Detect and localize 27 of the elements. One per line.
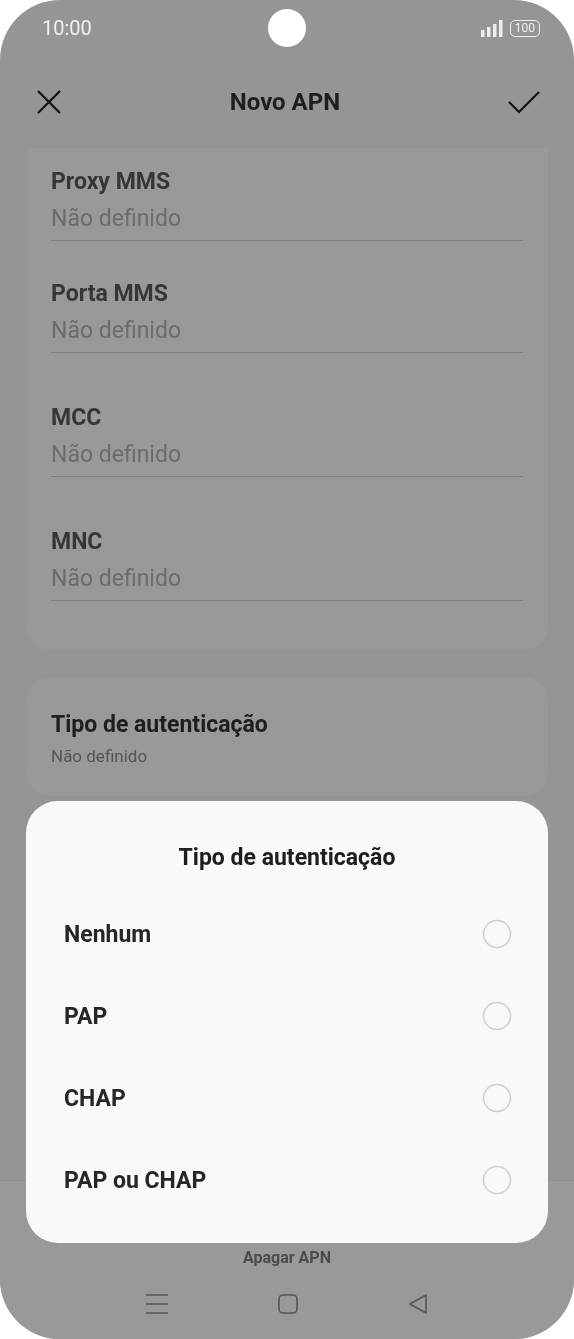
dialog-title: Tipo de autenticação (177, 844, 397, 871)
check-button[interactable] (508, 90, 540, 114)
battery-indicator: 100 (509, 19, 540, 37)
setting-value: Não definido (51, 746, 149, 766)
signal-icon (480, 19, 503, 37)
field-label: MCC (51, 404, 103, 431)
status-time: 10:00 (42, 16, 92, 40)
option-label[interactable]: Nenhum (64, 920, 152, 948)
delete-button[interactable]: Apagar APN (237, 1247, 337, 1268)
field-label: Porta MMS (51, 280, 169, 307)
field-label: Proxy MMS (51, 168, 172, 195)
radio-button[interactable] (482, 919, 512, 949)
auth-setting-card[interactable]: Tipo de autenticação Não definido (26, 677, 548, 796)
option-label[interactable]: CHAP (64, 1084, 126, 1112)
radio-button[interactable] (482, 1165, 512, 1195)
back-icon[interactable] (408, 1294, 428, 1314)
menu-icon[interactable] (146, 1294, 168, 1314)
screen-title: Novo APN (229, 88, 341, 116)
radio-button[interactable] (482, 1083, 512, 1113)
setting-label: Tipo de autenticação (51, 711, 269, 738)
field-label: MNC (51, 528, 104, 555)
option-label[interactable]: PAP (64, 1002, 108, 1030)
camera-cutout (268, 9, 306, 47)
option-label[interactable]: PAP ou CHAP (64, 1166, 207, 1194)
close-button[interactable] (36, 89, 62, 115)
radio-button[interactable] (482, 1001, 512, 1031)
home-icon[interactable] (278, 1294, 298, 1314)
